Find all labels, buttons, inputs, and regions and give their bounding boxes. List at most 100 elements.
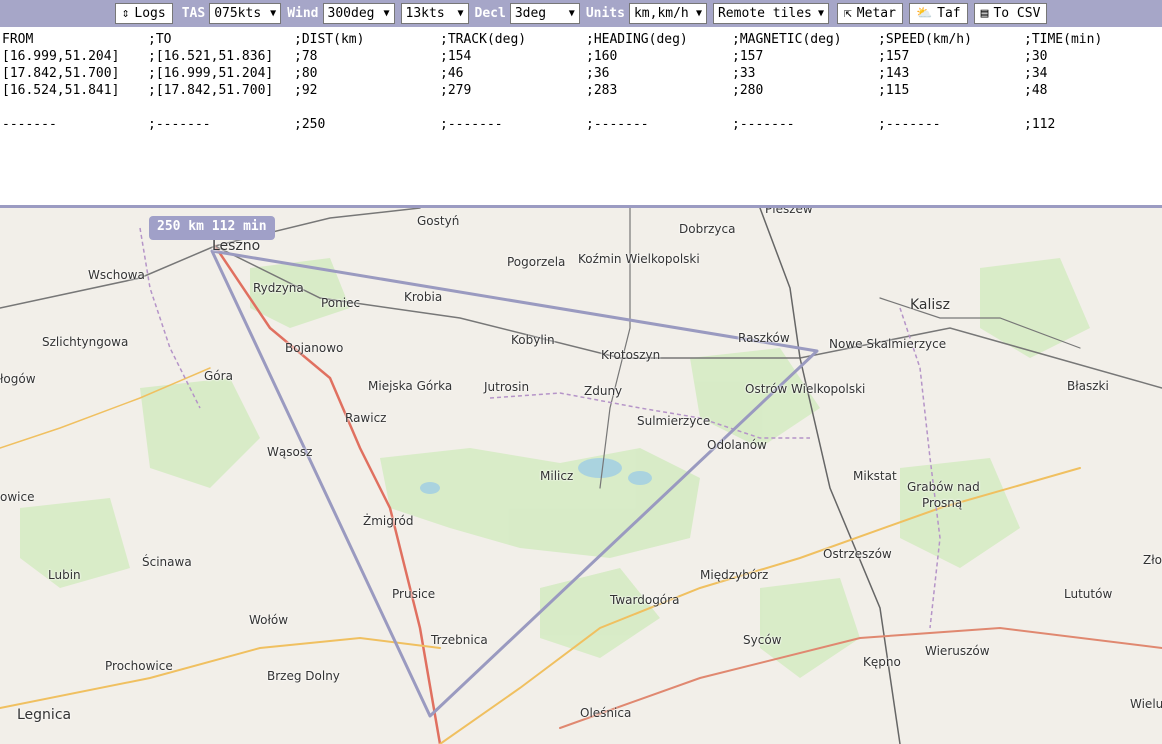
wind-label: Wind <box>287 6 319 21</box>
table-header: ;DIST(km) <box>294 32 365 47</box>
table-cell: ;160 <box>586 49 618 64</box>
table-cell: ;------- <box>586 117 649 132</box>
map-place-label: Ścinawa <box>142 555 192 569</box>
declination-select[interactable]: 3deg ▼ <box>509 3 580 24</box>
chevron-down-icon: ▼ <box>695 8 702 19</box>
table-header: ;TRACK(deg) <box>440 32 527 47</box>
map-view[interactable]: Pleszew Gostyń Dobrzyca Leszno Wschowa P… <box>0 208 1162 744</box>
table-cell: ;143 <box>878 66 910 81</box>
map-place-label: Brzeg Dolny <box>267 669 340 683</box>
map-place-label: Odolanów <box>707 438 767 452</box>
map-place-label: Wschowa <box>88 268 145 282</box>
map-place-label: Raszków <box>738 331 790 345</box>
table-cell: ;36 <box>586 66 610 81</box>
table-cell: ;283 <box>586 83 618 98</box>
map-place-label: Bojanowo <box>285 341 344 355</box>
map-place-label: Międzybórz <box>700 568 769 582</box>
table-cell: ;115 <box>878 83 910 98</box>
chevron-down-icon: ▼ <box>457 8 464 19</box>
table-totals-row: ------- ;------- ;250 ;------- ;------- … <box>2 116 1160 133</box>
logs-label: Logs <box>134 6 166 21</box>
table-header: ;TO <box>148 32 172 47</box>
table-row: [17.842,51.700] ;[16.999,51.204] ;80 ;46… <box>2 65 1160 82</box>
map-place-label: Złoc <box>1143 553 1162 567</box>
map-place-label: Prosną <box>922 496 963 510</box>
map-place-label: owice <box>0 490 35 504</box>
map-place-label: Poniec <box>321 296 361 310</box>
tas-label: TAS <box>181 6 206 21</box>
map-place-label: Żmigród <box>363 514 414 528</box>
table-cell: ;------- <box>440 117 503 132</box>
map-place-label: Nowe Skalmierzyce <box>829 337 947 351</box>
map-place-label: Trzebnica <box>431 633 488 647</box>
table-cell: [17.842,51.700] <box>2 66 120 81</box>
metar-label: Metar <box>856 6 896 21</box>
wind-direction-value: 300deg <box>327 6 375 21</box>
table-cell: ;[17.842,51.700] <box>148 83 274 98</box>
map-place-label: Ostrów Wielkopolski <box>745 382 866 396</box>
toolbar: ⇕ Logs TAS 075kts ▼ Wind 300deg ▼ 13kts ▼ D… <box>0 0 1162 27</box>
map-place-label: Prochowice <box>105 659 173 673</box>
table-cell: ;------- <box>148 117 211 132</box>
table-cell: ;48 <box>1024 83 1048 98</box>
map-place-label: Krotoszyn <box>601 348 661 362</box>
table-cell: ;80 <box>294 66 318 81</box>
units-select[interactable]: km,km/h ▼ <box>628 3 707 24</box>
map-place-label: Góra <box>204 369 233 383</box>
tiles-select[interactable]: Remote tiles ▼ <box>712 3 829 24</box>
map-place-label: Gostyń <box>417 214 460 228</box>
table-header: ;SPEED(km/h) <box>878 32 972 47</box>
tiles-value: Remote tiles <box>717 6 812 21</box>
chevron-down-icon: ▼ <box>568 8 575 19</box>
chevron-down-icon: ▼ <box>270 8 277 19</box>
map-place-label: Szlichtyngowa <box>42 335 129 349</box>
table-cell: ;------- <box>732 117 795 132</box>
declination-value: 3deg <box>514 6 547 21</box>
table-header: FROM <box>2 32 34 47</box>
cloud-sun-icon: ⛅ <box>915 6 933 21</box>
map-place-label: Syców <box>743 633 782 647</box>
wind-direction-select[interactable]: 300deg ▼ <box>322 3 395 24</box>
table-cell: ;30 <box>1024 49 1048 64</box>
up-down-arrows-icon: ⇕ <box>121 6 130 21</box>
map-place-label: Błaszki <box>1067 379 1109 393</box>
arrow-up-left-icon: ⇱ <box>843 6 852 21</box>
table-cell: ;157 <box>732 49 764 64</box>
tas-select[interactable]: 075kts ▼ <box>209 3 282 24</box>
csv-label: To CSV <box>993 6 1041 21</box>
map-place-label: Sulmierzyce <box>637 414 711 428</box>
map-place-label: Legnica <box>17 707 72 723</box>
map-place-label: Milicz <box>540 469 574 483</box>
map-background <box>0 208 1162 744</box>
metar-button[interactable]: ⇱ Metar <box>836 3 903 24</box>
map-place-label: łogów <box>0 372 36 386</box>
map-place-label: Koźmin Wielkopolski <box>578 252 700 266</box>
table-cell: ;279 <box>440 83 472 98</box>
chevron-down-icon: ▼ <box>817 8 824 19</box>
table-cell: ;154 <box>440 49 472 64</box>
map-place-label: Kobylin <box>511 333 555 347</box>
table-cell: ;[16.521,51.836] <box>148 49 274 64</box>
table-cell: ;112 <box>1024 117 1056 132</box>
taf-button[interactable]: ⛅ Taf <box>908 3 968 24</box>
route-summary-tooltip: 250 km 112 min <box>149 216 275 240</box>
table-header: ;MAGNETIC(deg) <box>732 32 842 47</box>
decl-label: Decl <box>474 6 506 21</box>
table-header: ;HEADING(deg) <box>586 32 688 47</box>
map-place-label: Lubin <box>48 568 81 582</box>
table-header: ;TIME(min) <box>1024 32 1103 47</box>
wind-speed-select[interactable]: 13kts ▼ <box>400 3 469 24</box>
table-cell: [16.524,51.841] <box>2 83 120 98</box>
taf-label: Taf <box>937 6 961 21</box>
map-place-label: Miejska Górka <box>368 379 453 393</box>
table-cell: ;[16.999,51.204] <box>148 66 274 81</box>
table-cell: ;250 <box>294 117 326 132</box>
logs-button[interactable]: ⇕ Logs <box>114 3 173 24</box>
csv-button[interactable]: ▤ To CSV <box>973 3 1048 24</box>
map-place-label: Oleśnica <box>580 706 632 720</box>
map-place-label: Rawicz <box>345 411 387 425</box>
units-label: Units <box>585 6 625 21</box>
map-place-label: Leszno <box>212 238 261 254</box>
table-cell: ;46 <box>440 66 464 81</box>
map-place-label: Ostrzeszów <box>823 547 892 561</box>
